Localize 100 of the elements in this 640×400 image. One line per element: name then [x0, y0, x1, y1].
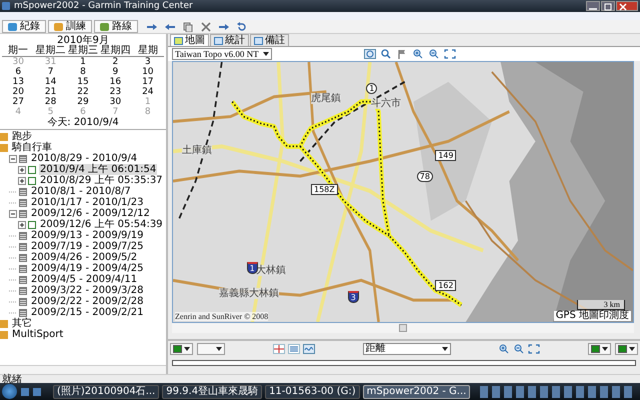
activity-item[interactable]: 2010/9/4 上午 06:01:54	[39, 164, 158, 175]
calendar-day[interactable]: 14	[34, 77, 67, 87]
calendar-day[interactable]: 7	[34, 67, 67, 77]
week-item[interactable]: 2009/4/5 - 2009/4/11	[30, 274, 138, 285]
calendar-day[interactable]: 20	[2, 87, 34, 97]
color-dropdown[interactable]	[615, 343, 638, 355]
calendar-day[interactable]: 13	[2, 77, 34, 87]
expand-icon[interactable]	[18, 176, 26, 184]
maximize-icon	[602, 2, 614, 12]
week-item[interactable]: 2009/4/19 - 2009/4/25	[30, 263, 145, 274]
route-button[interactable]: 路線	[94, 20, 138, 33]
map-view[interactable]: 虎尾鎮 斗六市 土庫鎮 大林鎮 嘉義縣大林鎮 1 78 158Z 3 1 162 149 Zenrin and SunRiver © 2008 3 km GPS 地圖印測度	[172, 61, 634, 323]
expand-icon[interactable]	[18, 166, 26, 174]
zoom-out-icon[interactable]	[428, 49, 440, 59]
week-item[interactable]: 2010/8/1 - 2010/8/7	[30, 186, 132, 197]
calendar-day[interactable]: 24	[132, 87, 164, 97]
calendar-day[interactable]: 6	[2, 67, 34, 77]
measure-dropdown[interactable]: 距離	[362, 343, 450, 355]
calendar-day[interactable]: 28	[34, 97, 67, 107]
search-icon[interactable]	[380, 49, 392, 59]
week-item[interactable]: 2009/2/22 - 2009/2/28	[30, 296, 145, 307]
calendar-day[interactable]: 9	[99, 67, 132, 77]
color-dropdown[interactable]	[588, 343, 611, 355]
map-credit: GPS 地圖印測度	[554, 311, 631, 321]
log-button[interactable]: 紀錄	[2, 20, 46, 33]
tab[interactable]: 備註	[250, 34, 289, 46]
taskbar-button[interactable]: 99.9.4登山車來晟騎	[162, 384, 262, 398]
tab[interactable]: 統計	[210, 34, 249, 46]
calendar-day[interactable]: 21	[34, 87, 67, 97]
copy-icon[interactable]	[182, 22, 194, 32]
road-shield: 149	[435, 150, 456, 162]
category-item[interactable]: 其它	[11, 318, 33, 329]
forward-arrow-icon[interactable]	[218, 22, 230, 32]
category-item[interactable]: 騎自行車	[11, 142, 53, 153]
taskbar-button[interactable]: mSpower2002 - G...	[362, 384, 470, 398]
calendar-day[interactable]: 17	[132, 77, 164, 87]
category-item[interactable]: MultiSport	[11, 329, 64, 340]
color-dropdown[interactable]	[170, 343, 193, 355]
calendar-day[interactable]: 10	[132, 67, 164, 77]
category-item[interactable]: 跑步	[11, 131, 33, 142]
delete-icon[interactable]	[200, 22, 212, 32]
horizontal-scrollbar[interactable]	[0, 365, 166, 374]
calendar-day[interactable]: 22	[66, 87, 100, 97]
calendar-day[interactable]: 23	[99, 87, 132, 97]
calendar-day[interactable]: 27	[2, 97, 34, 107]
start-button[interactable]	[2, 384, 17, 399]
receive-arrow-icon[interactable]	[164, 22, 176, 32]
flag-icon[interactable]	[396, 49, 408, 59]
minimize-button[interactable]	[586, 1, 600, 11]
calendar-day[interactable]: 30	[99, 97, 132, 107]
today-label[interactable]: 今天: 2010/9/4	[2, 117, 164, 128]
calendar-day[interactable]: 1	[66, 57, 100, 67]
week-item[interactable]: 2009/9/13 - 2009/9/19	[30, 230, 145, 241]
calendar-day[interactable]: 16	[99, 77, 132, 87]
map-product-dropdown[interactable]: Taiwan Topo v6.00 NT	[172, 48, 272, 60]
undo-icon[interactable]	[236, 22, 248, 32]
calendar-day[interactable]: 29	[66, 97, 100, 107]
week-item[interactable]: 2010/1/17 - 2010/1/23	[30, 197, 145, 208]
collapse-icon[interactable]	[9, 210, 17, 218]
week-item[interactable]: 2009/12/6 - 2009/12/12	[30, 208, 151, 219]
line-chart-icon[interactable]	[303, 344, 316, 354]
scroll-thumb[interactable]	[399, 324, 407, 332]
week-item[interactable]: 2009/7/19 - 2009/7/25	[30, 241, 145, 252]
place-label: 嘉義縣大林鎮	[219, 288, 279, 300]
calendar-day[interactable]: 8	[66, 67, 100, 77]
week-item[interactable]: 2009/2/15 - 2009/2/21	[30, 307, 145, 318]
horizontal-scrollbar[interactable]	[172, 323, 634, 333]
activity-item[interactable]: 2009/12/6 上午 05:54:39	[39, 219, 164, 230]
crosshair-icon[interactable]	[273, 344, 286, 354]
expand-icon[interactable]	[18, 220, 26, 228]
stacked-view-icon[interactable]	[288, 344, 300, 354]
fit-icon[interactable]	[444, 49, 456, 59]
zoom-in-icon[interactable]	[412, 49, 424, 59]
week-item[interactable]: 2009/4/26 - 2009/5/2	[30, 252, 138, 263]
activity-item[interactable]: 2010/8/29 上午 05:35:37	[39, 175, 164, 186]
zoom-in-icon[interactable]	[498, 344, 510, 354]
close-button[interactable]	[616, 1, 638, 11]
weekday-header: 期一	[2, 46, 34, 57]
copyright-text: Zenrin and SunRiver © 2008	[175, 312, 268, 321]
notes-icon	[254, 36, 263, 44]
calendar-day[interactable]: 3	[132, 57, 164, 67]
pan-tool-icon[interactable]	[364, 49, 376, 59]
dropdown[interactable]	[197, 343, 225, 355]
fit-icon[interactable]	[528, 344, 540, 354]
taskbar-button[interactable]: 11-01563-00 (G:)	[265, 384, 360, 398]
send-arrow-icon[interactable]	[146, 22, 158, 32]
training-button[interactable]: 訓練	[48, 20, 92, 33]
calendar-day[interactable]: 15	[66, 77, 100, 87]
place-label: 斗六市	[370, 98, 401, 110]
calendar-day[interactable]: 2	[99, 57, 132, 67]
week-item[interactable]: 2009/3/22 - 2009/3/28	[30, 285, 145, 296]
window-title: mSpower2002 - Garmin Training Center	[14, 1, 194, 11]
tab[interactable]: 地圖	[170, 34, 209, 46]
collapse-icon[interactable]	[9, 154, 17, 162]
scale-bar: 3 km	[576, 300, 625, 310]
maximize-button[interactable]	[601, 1, 615, 11]
status-bar: 就緒	[0, 374, 640, 383]
zoom-out-icon[interactable]	[512, 344, 525, 354]
taskbar-button[interactable]: (照片)20100904石...	[53, 384, 160, 398]
week-item[interactable]: 2010/8/29 - 2010/9/4	[30, 153, 138, 164]
